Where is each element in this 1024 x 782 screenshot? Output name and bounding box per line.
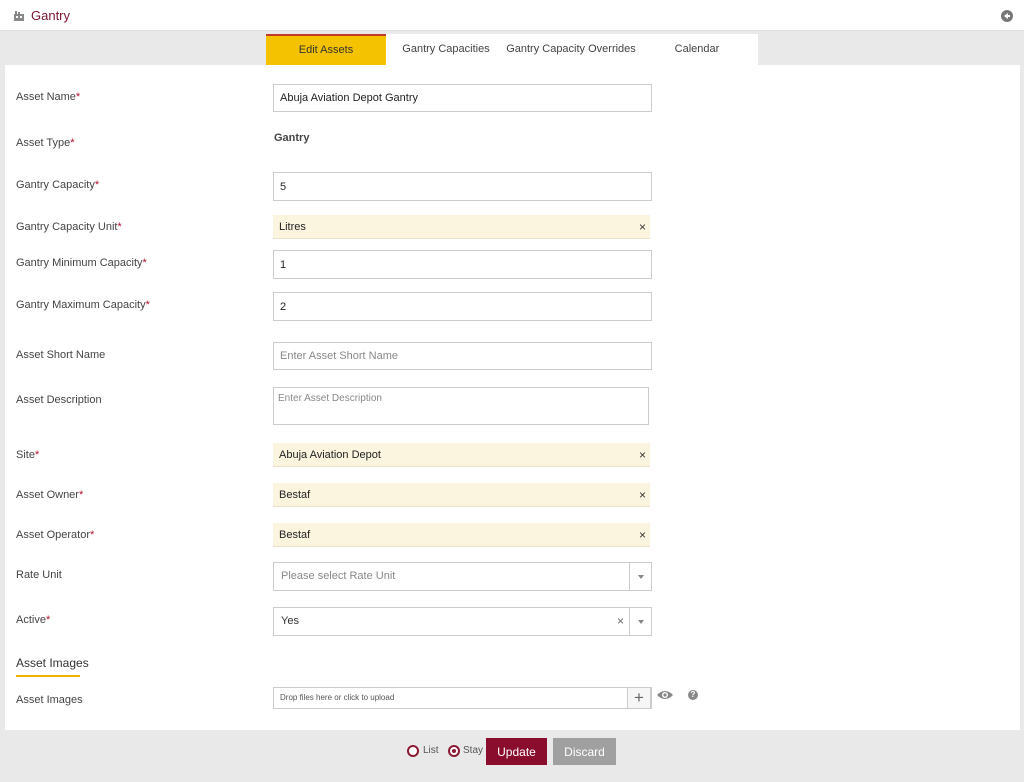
dropdown-toggle[interactable] [629,563,651,590]
clear-icon[interactable]: × [639,523,646,547]
list-radio-label: List [423,745,439,756]
rate-unit-select[interactable]: Please select Rate Unit [273,562,652,591]
tab-edit-assets[interactable]: Edit Assets [266,34,386,65]
plus-icon[interactable]: + [627,687,651,709]
active-select[interactable]: Yes × [273,607,652,636]
active-value: Yes [281,615,299,627]
asset-operator-label: Asset Operator* [16,529,95,541]
discard-button[interactable]: Discard [553,738,616,765]
site-select[interactable]: Abuja Aviation Depot × [273,443,650,467]
update-button[interactable]: Update [486,738,547,765]
list-radio[interactable] [407,745,419,757]
asset-images-label: Asset Images [16,694,83,706]
section-underline [16,675,80,677]
asset-owner-value: Bestaf [279,489,311,501]
stay-radio[interactable] [448,745,460,757]
asset-type-value: Gantry [274,132,310,144]
gantry-max-capacity-label: Gantry Maximum Capacity* [16,299,150,311]
tab-gantry-capacities[interactable]: Gantry Capacities [386,34,506,65]
upload-hint: Drop files here or click to upload [280,693,395,702]
asset-operator-select[interactable]: Bestaf × [273,523,650,547]
clear-icon[interactable]: × [617,608,624,635]
tab-gantry-capacity-overrides[interactable]: Gantry Capacity Overrides [506,34,636,65]
stay-radio-label: Stay [463,745,484,756]
asset-operator-value: Bestaf [279,529,311,541]
asset-owner-label: Asset Owner* [16,489,84,501]
asset-description-label: Asset Description [16,394,102,406]
chevron-down-icon [638,575,644,579]
asset-name-label: Asset Name* [16,91,81,103]
rate-unit-label: Rate Unit [16,569,62,581]
chevron-down-icon [638,620,644,624]
dropdown-toggle[interactable] [629,608,651,635]
asset-short-name-label: Asset Short Name [16,349,106,361]
asset-description-textarea[interactable] [273,387,649,425]
gantry-capacity-unit-select[interactable]: Litres × [273,215,650,239]
gantry-capacity-label: Gantry Capacity* [16,179,100,191]
factory-icon [14,11,24,21]
clear-icon[interactable]: × [639,483,646,507]
footer-actions: List Stay Update Discard [0,734,1024,774]
gantry-min-capacity-label: Gantry Minimum Capacity* [16,257,147,269]
site-value: Abuja Aviation Depot [279,449,381,461]
asset-owner-select[interactable]: Bestaf × [273,483,650,507]
asset-images-section-title: Asset Images [16,656,89,670]
asset-short-name-input[interactable] [273,342,652,370]
top-bar: Gantry [0,0,1024,31]
file-upload-dropzone[interactable]: Drop files here or click to upload + [273,687,652,709]
tab-calendar[interactable]: Calendar [636,34,758,65]
gantry-max-capacity-input[interactable] [273,292,652,321]
active-label: Active* [16,614,51,626]
rate-unit-placeholder: Please select Rate Unit [281,570,396,582]
gantry-capacity-unit-value: Litres [279,221,306,233]
back-arrow-icon[interactable] [1001,10,1013,22]
site-label: Site* [16,449,40,461]
gantry-capacity-unit-label: Gantry Capacity Unit* [16,221,122,233]
clear-icon[interactable]: × [639,215,646,239]
clear-icon[interactable]: × [639,443,646,467]
asset-type-label: Asset Type* [16,137,75,149]
eye-icon[interactable] [656,689,674,701]
tab-bar: Edit Assets Gantry Capacities Gantry Cap… [266,34,758,65]
help-icon[interactable]: ? [688,690,698,700]
page-title: Gantry [31,8,71,23]
asset-name-input[interactable] [273,84,652,112]
gantry-capacity-input[interactable] [273,172,652,201]
gantry-min-capacity-input[interactable] [273,250,652,279]
